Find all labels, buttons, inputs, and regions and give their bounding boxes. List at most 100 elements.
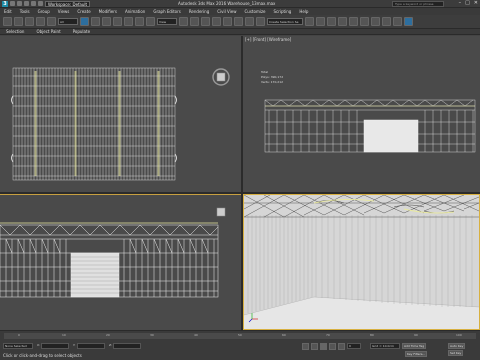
graphite-toggle-button[interactable] <box>338 17 347 26</box>
close-button[interactable]: ✕ <box>474 0 478 6</box>
timeline-tick: 100 <box>456 333 462 337</box>
menu-rendering[interactable]: Rendering <box>189 9 209 14</box>
select-scale-button[interactable] <box>146 17 155 26</box>
undo-icon[interactable] <box>31 1 36 6</box>
window-crossing-button[interactable] <box>113 17 122 26</box>
menu-scripting[interactable]: Scripting <box>274 9 292 14</box>
menu-tools[interactable]: Tools <box>20 9 30 14</box>
material-editor-button[interactable] <box>371 17 380 26</box>
layer-explorer-button[interactable] <box>327 17 336 26</box>
redo-button[interactable] <box>14 17 23 26</box>
keyboard-shortcut-button[interactable] <box>201 17 210 26</box>
spinner-snap-button[interactable] <box>245 17 254 26</box>
select-move-button[interactable] <box>124 17 133 26</box>
set-key-button[interactable]: Set Key <box>448 350 464 356</box>
menu-graph-editors[interactable]: Graph Editors <box>153 9 180 14</box>
save-file-icon[interactable] <box>24 1 29 6</box>
go-to-end-button[interactable] <box>338 343 345 350</box>
menu-modifiers[interactable]: Modifiers <box>99 9 117 14</box>
select-object-button[interactable] <box>80 17 89 26</box>
menu-views[interactable]: Views <box>58 9 70 14</box>
snaps-toggle-button[interactable] <box>212 17 221 26</box>
angle-snap-button[interactable] <box>223 17 232 26</box>
next-frame-button[interactable] <box>329 343 336 350</box>
redo-icon[interactable] <box>38 1 43 6</box>
x-label: X: <box>37 343 41 347</box>
mirror-button[interactable] <box>305 17 314 26</box>
timeline-tick: 60 <box>282 333 286 337</box>
search-input[interactable]: Type a keyword or phrase <box>392 1 444 7</box>
named-selection-dropdown[interactable]: Create Selection Se <box>267 18 303 25</box>
top-view-wireframe <box>11 67 230 181</box>
z-label: Z: <box>109 343 113 347</box>
selection-region-button[interactable] <box>102 17 111 26</box>
viewport-front[interactable]: [+] [Front] [Wireframe] Total Polys: 390… <box>243 36 480 192</box>
select-rotate-button[interactable] <box>135 17 144 26</box>
timeline-track[interactable]: 0 10 20 30 40 50 60 70 80 90 100 <box>4 333 476 339</box>
viewcube-left-icon <box>216 207 226 217</box>
link-button[interactable] <box>25 17 34 26</box>
pivot-center-button[interactable] <box>179 17 188 26</box>
menu-create[interactable]: Create <box>77 9 90 14</box>
timeline-tick: 90 <box>414 333 418 337</box>
auto-key-button[interactable]: Auto Key <box>448 343 466 349</box>
maximize-button[interactable]: □ <box>465 0 470 6</box>
select-manipulate-button[interactable] <box>190 17 199 26</box>
main-toolbar: All View Create Selection Se <box>0 15 480 29</box>
menu-help[interactable]: Help <box>299 9 308 14</box>
schematic-view-button[interactable] <box>360 17 369 26</box>
ribbon-tabs: Selection Object Paint Populate <box>0 29 480 35</box>
tab-populate[interactable]: Populate <box>73 29 90 34</box>
app-logo[interactable]: 3 <box>2 0 8 7</box>
add-time-tag-button[interactable]: Add Time Tag <box>402 343 427 349</box>
x-coordinate-field[interactable] <box>41 343 69 349</box>
current-frame-field[interactable]: 0 <box>347 343 361 349</box>
selection-filter-dropdown[interactable]: All <box>58 18 78 25</box>
status-bar: None Selected X: Y: Z: Grid = 10.0cm Add… <box>0 340 480 360</box>
tab-selection[interactable]: Selection <box>6 29 24 34</box>
menu-civil-view[interactable]: Civil View <box>217 9 236 14</box>
viewport-area: [+] [Front] [Wireframe] Total Polys: 390… <box>0 36 480 330</box>
workspace-dropdown[interactable]: Workspace: Default <box>45 0 91 7</box>
viewport-left[interactable] <box>0 194 241 330</box>
menu-bar: Edit Tools Group Views Create Modifiers … <box>0 8 480 15</box>
viewport-top[interactable] <box>0 36 241 192</box>
undo-button[interactable] <box>3 17 12 26</box>
key-filters-button[interactable]: Key Filters... <box>405 351 428 357</box>
timeline-tick: 0 <box>18 333 20 337</box>
render-setup-button[interactable] <box>382 17 391 26</box>
z-coordinate-field[interactable] <box>113 343 141 349</box>
menu-animation[interactable]: Animation <box>125 9 145 14</box>
rendered-frame-window-button[interactable] <box>393 17 402 26</box>
align-button[interactable] <box>316 17 325 26</box>
curve-editor-button[interactable] <box>349 17 358 26</box>
menu-group[interactable]: Group <box>38 9 50 14</box>
status-hint: Click or click-and-drag to select object… <box>3 353 82 358</box>
percent-snap-button[interactable] <box>234 17 243 26</box>
viewport-perspective[interactable] <box>243 194 480 330</box>
rolling-door-panel <box>70 252 120 298</box>
menu-customize[interactable]: Customize <box>245 9 266 14</box>
previous-frame-button[interactable] <box>311 343 318 350</box>
timeline-tick: 70 <box>326 333 330 337</box>
time-slider[interactable]: 0 10 20 30 40 50 60 70 80 90 100 <box>0 330 480 340</box>
menu-edit[interactable]: Edit <box>4 9 12 14</box>
title-bar: 3 Workspace: Default Autodesk 3ds Max 20… <box>0 0 480 8</box>
timeline-tick: 30 <box>150 333 154 337</box>
play-button[interactable] <box>320 343 327 350</box>
render-production-button[interactable] <box>404 17 413 26</box>
timeline-tick: 80 <box>370 333 374 337</box>
y-label: Y: <box>73 343 76 347</box>
y-coordinate-field[interactable] <box>77 343 105 349</box>
edit-named-selection-button[interactable] <box>256 17 265 26</box>
perspective-view <box>244 195 479 329</box>
new-file-icon[interactable] <box>10 1 15 6</box>
bind-spacewarp-button[interactable] <box>47 17 56 26</box>
select-by-name-button[interactable] <box>91 17 100 26</box>
go-to-start-button[interactable] <box>302 343 309 350</box>
tab-object-paint[interactable]: Object Paint <box>36 29 60 34</box>
reference-coord-dropdown[interactable]: View <box>157 18 177 25</box>
minimize-button[interactable]: – <box>459 0 462 6</box>
unlink-button[interactable] <box>36 17 45 26</box>
open-file-icon[interactable] <box>17 1 22 6</box>
